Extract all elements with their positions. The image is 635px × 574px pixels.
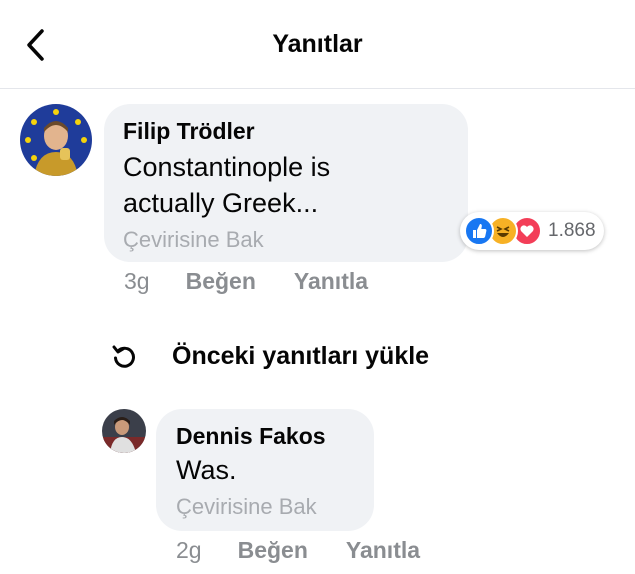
comment-author[interactable]: Filip Trödler (123, 118, 468, 145)
see-translation-link[interactable]: Çevirisine Bak (123, 227, 468, 253)
load-previous-label: Önceki yanıtları yükle (172, 341, 430, 370)
comment-actions: 3g Beğen Yanıtla (124, 268, 368, 295)
comment-text-line: actually Greek... (123, 188, 319, 218)
load-previous-replies[interactable]: Önceki yanıtları yükle (110, 338, 429, 374)
comment-text-line: Constantinople is (123, 152, 331, 182)
comment-time: 3g (124, 268, 150, 294)
comment-actions: 2g Beğen Yanıtla (176, 537, 420, 564)
avatar[interactable] (102, 409, 146, 453)
comment-text: Was. (176, 455, 237, 485)
reaction-count: 1.868 (548, 220, 596, 241)
comment-author[interactable]: Dennis Fakos (176, 423, 374, 450)
see-translation-link[interactable]: Çevirisine Bak (176, 494, 374, 520)
like-button[interactable]: Beğen (186, 268, 256, 295)
top-bar: Yanıtlar (0, 0, 635, 89)
reply-button[interactable]: Yanıtla (294, 268, 368, 295)
comment-bubble: Dennis Fakos Was. Çevirisine Bak (156, 409, 374, 531)
comment-bubble: Filip Trödler Constantinople is actually… (104, 104, 468, 262)
refresh-icon (112, 345, 135, 368)
like-icon (464, 216, 494, 246)
reply-button[interactable]: Yanıtla (346, 537, 420, 564)
comment-text: Constantinople is actually Greek... (123, 149, 468, 221)
reactions-summary[interactable]: 1.868 (460, 212, 604, 250)
comment-time: 2g (176, 537, 202, 563)
like-button[interactable]: Beğen (238, 537, 308, 564)
page-title: Yanıtlar (272, 30, 363, 58)
avatar[interactable] (20, 104, 92, 176)
